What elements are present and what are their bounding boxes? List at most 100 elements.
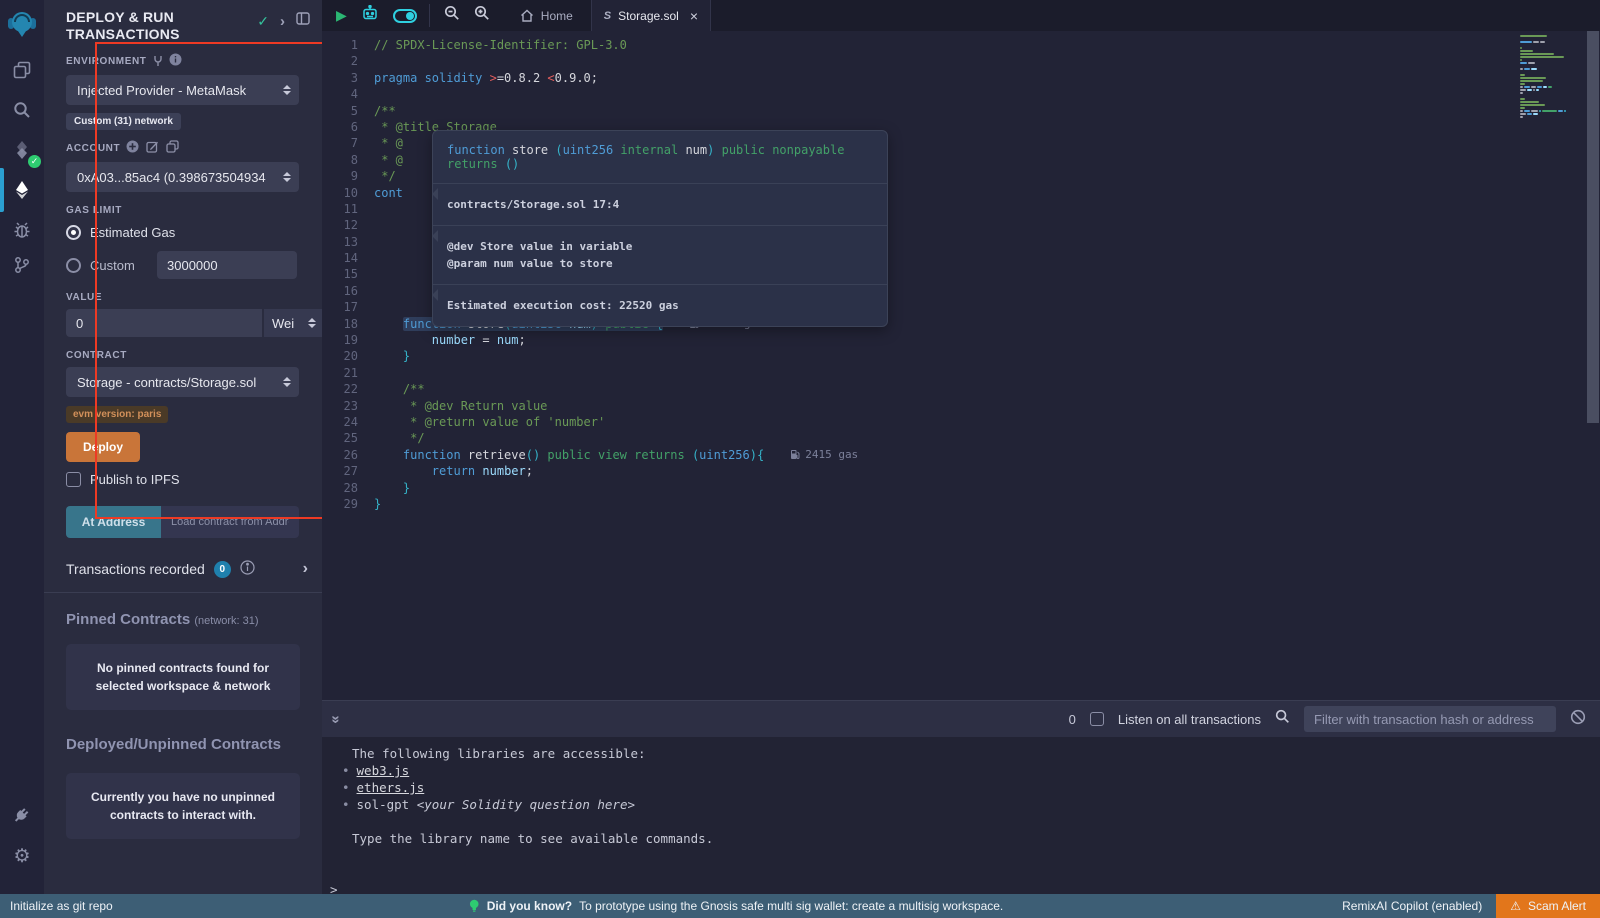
code-text: */ [374, 168, 396, 184]
code-line: 3pragma solidity >=0.8.2 <0.9.0; [322, 70, 1600, 86]
panel-title: DEPLOY & RUN TRANSACTIONS [66, 9, 226, 43]
icon-rail: ✓ ⚙ [0, 0, 44, 894]
status-check-icon: ✓ [257, 13, 269, 30]
tab-storage-sol[interactable]: S Storage.sol × [591, 0, 711, 31]
line-number: 4 [322, 86, 374, 102]
terminal-header: » 0 Listen on all transactions [322, 700, 1600, 737]
terminal-collapse-icon[interactable]: » [328, 715, 345, 723]
line-number: 21 [322, 365, 374, 381]
home-icon [520, 9, 534, 22]
git-icon[interactable] [0, 245, 44, 285]
account-select[interactable]: 0xA03...85ac4 (0.398673504934 [66, 162, 299, 192]
line-number: 14 [322, 250, 374, 266]
clear-console-icon[interactable] [1570, 709, 1586, 730]
code-editor[interactable]: 1// SPDX-License-Identifier: GPL-3.023pr… [322, 31, 1600, 700]
expand-panel-icon[interactable]: › [280, 13, 285, 30]
git-init-button[interactable]: Initialize as git repo [10, 899, 113, 913]
transactions-info-icon[interactable] [240, 560, 255, 578]
transactions-expand-icon[interactable]: › [303, 560, 308, 578]
code-text: } [374, 496, 381, 512]
line-number: 23 [322, 398, 374, 414]
deploy-button[interactable]: Deploy [66, 432, 140, 462]
settings-icon[interactable]: ⚙ [0, 836, 44, 876]
remix-ide: ✓ ⚙ [0, 0, 1600, 918]
pin-panel-icon[interactable] [296, 12, 310, 30]
editor-toolbar: ▶ [322, 0, 1600, 31]
transaction-count: 0 [1069, 712, 1076, 727]
deploy-run-panel: DEPLOY & RUN TRANSACTIONS ✓ › ENVIRONMEN… [44, 0, 322, 894]
estimated-gas-radio[interactable] [66, 225, 81, 240]
transactions-count-badge: 0 [214, 561, 231, 578]
search-icon[interactable] [0, 90, 44, 130]
scrollbar-thumb[interactable] [1587, 31, 1599, 423]
add-account-icon[interactable] [126, 140, 139, 156]
tooltip-doc-line: @dev Store value in variable [447, 238, 873, 255]
library-link[interactable]: web3.js [357, 763, 410, 778]
custom-gas-radio[interactable] [66, 258, 81, 273]
minimap[interactable] [1520, 35, 1580, 122]
library-link[interactable]: ethers.js [357, 780, 425, 795]
tip-text: To prototype using the Gnosis safe multi… [579, 899, 1003, 913]
listen-transactions-checkbox[interactable] [1090, 712, 1104, 726]
value-unit-select[interactable]: Wei [264, 309, 322, 337]
value-input[interactable] [66, 309, 262, 337]
copilot-status[interactable]: RemixAI Copilot (enabled) [1342, 899, 1482, 913]
contract-value: Storage - contracts/Storage.sol [77, 375, 277, 390]
environment-value: Injected Provider - MetaMask [77, 83, 277, 98]
contract-label: CONTRACT [66, 350, 127, 361]
value-unit: Wei [272, 316, 294, 331]
terminal-search-icon[interactable] [1275, 709, 1290, 729]
code-text: * @ [374, 135, 403, 151]
solidity-file-icon: S [604, 10, 611, 22]
line-number: 28 [322, 480, 374, 496]
copy-account-icon[interactable] [166, 140, 179, 156]
ai-copilot-toggle[interactable] [393, 9, 417, 23]
terminal-output[interactable]: The following libraries are accessible:•… [322, 737, 1600, 894]
remix-logo[interactable] [0, 4, 44, 44]
pinned-empty-message: No pinned contracts found for selected w… [66, 644, 300, 710]
line-number: 27 [322, 463, 374, 479]
editor-scrollbar[interactable] [1586, 31, 1600, 700]
code-line: 1// SPDX-License-Identifier: GPL-3.0 [322, 37, 1600, 53]
environment-select[interactable]: Injected Provider - MetaMask [66, 75, 299, 105]
environment-info-icon[interactable] [169, 53, 182, 69]
at-address-button[interactable]: At Address [66, 506, 161, 538]
panel-header: DEPLOY & RUN TRANSACTIONS ✓ › [44, 0, 322, 43]
transaction-filter-input[interactable] [1304, 706, 1556, 732]
code-text: return number; [374, 463, 533, 479]
plugin-manager-icon[interactable] [0, 796, 44, 836]
zoom-out-icon[interactable] [444, 5, 460, 26]
solidity-compiler-icon[interactable]: ✓ [0, 130, 44, 170]
line-number: 20 [322, 348, 374, 364]
ai-robot-icon[interactable] [361, 5, 379, 26]
chevron-updown-icon [283, 172, 291, 182]
code-text: } [374, 480, 410, 496]
scam-alert-button[interactable]: ⚠ Scam Alert [1496, 894, 1600, 918]
fork-state-icon[interactable] [153, 55, 163, 67]
zoom-in-icon[interactable] [474, 5, 490, 26]
line-number: 15 [322, 266, 374, 282]
code-line: 20 } [322, 348, 1600, 364]
line-number: 5 [322, 103, 374, 119]
file-explorer-icon[interactable] [0, 50, 44, 90]
main-area: ▶ [322, 0, 1600, 894]
did-you-know-tip: Did you know? To prototype using the Gno… [469, 899, 1004, 913]
pinned-network-subtitle: (network: 31) [194, 615, 258, 627]
line-number: 22 [322, 381, 374, 397]
custom-gas-input[interactable] [157, 251, 297, 279]
run-script-icon[interactable]: ▶ [336, 7, 347, 24]
minimap-line [1520, 119, 1580, 122]
tab-home[interactable]: Home [502, 0, 591, 31]
debugger-icon[interactable] [0, 210, 44, 250]
line-number: 17 [322, 299, 374, 315]
tip-label: Did you know? [487, 899, 572, 913]
at-address-input[interactable] [161, 506, 299, 538]
publish-ipfs-checkbox[interactable] [66, 472, 81, 487]
sign-message-icon[interactable] [146, 140, 159, 156]
deploy-run-icon[interactable] [0, 170, 44, 210]
code-line: 27 return number; [322, 463, 1600, 479]
code-line: 4 [322, 86, 1600, 102]
close-tab-icon[interactable]: × [690, 8, 698, 24]
contract-select[interactable]: Storage - contracts/Storage.sol [66, 367, 299, 397]
code-line: 21 [322, 365, 1600, 381]
